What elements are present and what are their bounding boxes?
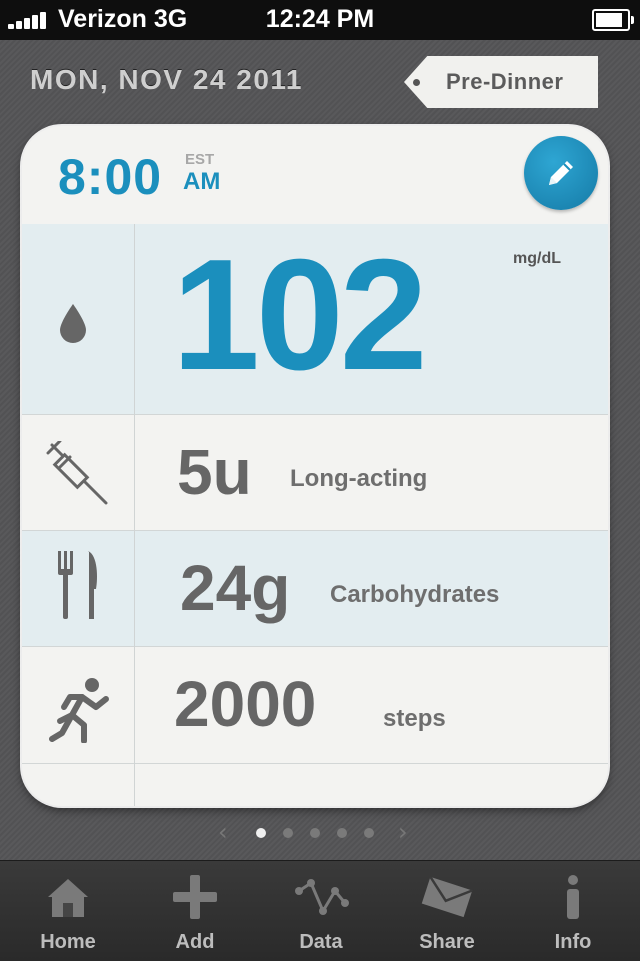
glucose-row[interactable]: 102 mg/dL	[22, 224, 608, 415]
edit-button[interactable]	[524, 136, 598, 210]
entry-timezone: EST	[185, 151, 215, 168]
tab-info[interactable]: Info	[509, 861, 637, 961]
status-time: 12:24 PM	[265, 5, 375, 33]
tab-data[interactable]: Data	[257, 861, 385, 961]
envelope-icon	[421, 876, 473, 918]
entry-card: 8:00 EST AM 102 mg/dL 5u Long-acting 24g…	[22, 126, 608, 806]
insulin-row[interactable]: 5u Long-acting	[22, 415, 608, 531]
steps-value: 2000	[174, 668, 317, 740]
drop-icon	[58, 302, 88, 348]
battery-icon	[592, 9, 634, 31]
tab-share[interactable]: Share	[383, 861, 511, 961]
carbs-label: Carbohydrates	[330, 581, 500, 608]
insulin-value: 5u	[177, 436, 252, 508]
meal-tag-label: Pre-Dinner	[446, 69, 564, 94]
meal-tag[interactable]: Pre-Dinner	[404, 56, 598, 108]
carbs-row[interactable]: 24g Carbohydrates	[22, 531, 608, 647]
entry-date: MON, NOV 24 2011	[30, 64, 304, 95]
tab-home-label: Home	[40, 931, 96, 953]
entry-time-row: 8:00 EST AM	[22, 126, 608, 225]
activity-row[interactable]: 2000 steps	[22, 647, 608, 764]
chart-icon	[295, 879, 349, 915]
steps-label: steps	[383, 705, 446, 732]
page-dot[interactable]	[283, 828, 293, 838]
prev-page-button[interactable]: ‹	[218, 818, 228, 846]
page-dot[interactable]	[310, 828, 320, 838]
page-dot[interactable]	[364, 828, 374, 838]
tag-hole	[413, 79, 420, 86]
runner-icon	[48, 677, 112, 747]
entry-time: 8:00	[58, 149, 163, 205]
page-dot[interactable]	[256, 828, 266, 838]
glucose-unit: mg/dL	[513, 250, 561, 267]
home-icon	[48, 879, 88, 917]
plus-icon	[173, 875, 217, 919]
insulin-type: Long-acting	[290, 465, 428, 492]
tab-share-label: Share	[419, 931, 475, 953]
fork-knife-icon	[58, 549, 102, 625]
entry-ampm: AM	[183, 168, 221, 195]
page-dot[interactable]	[337, 828, 347, 838]
tab-add[interactable]: Add	[131, 861, 259, 961]
column-divider	[134, 224, 135, 806]
info-icon	[567, 875, 579, 919]
tab-bar: Home Add Data Share Info	[0, 860, 640, 961]
syringe-icon	[46, 439, 110, 509]
page-indicator: ‹ ›	[0, 818, 640, 848]
tab-home[interactable]: Home	[4, 861, 132, 961]
pencil-icon	[549, 161, 573, 185]
tab-data-label: Data	[299, 931, 343, 953]
glucose-value: 102	[172, 227, 428, 403]
tab-info-label: Info	[554, 931, 592, 953]
carbs-value: 24g	[180, 552, 291, 624]
next-page-button[interactable]: ›	[398, 818, 408, 846]
tab-add-label: Add	[175, 931, 215, 953]
status-bar: Verizon 3G 12:24 PM	[0, 0, 640, 40]
